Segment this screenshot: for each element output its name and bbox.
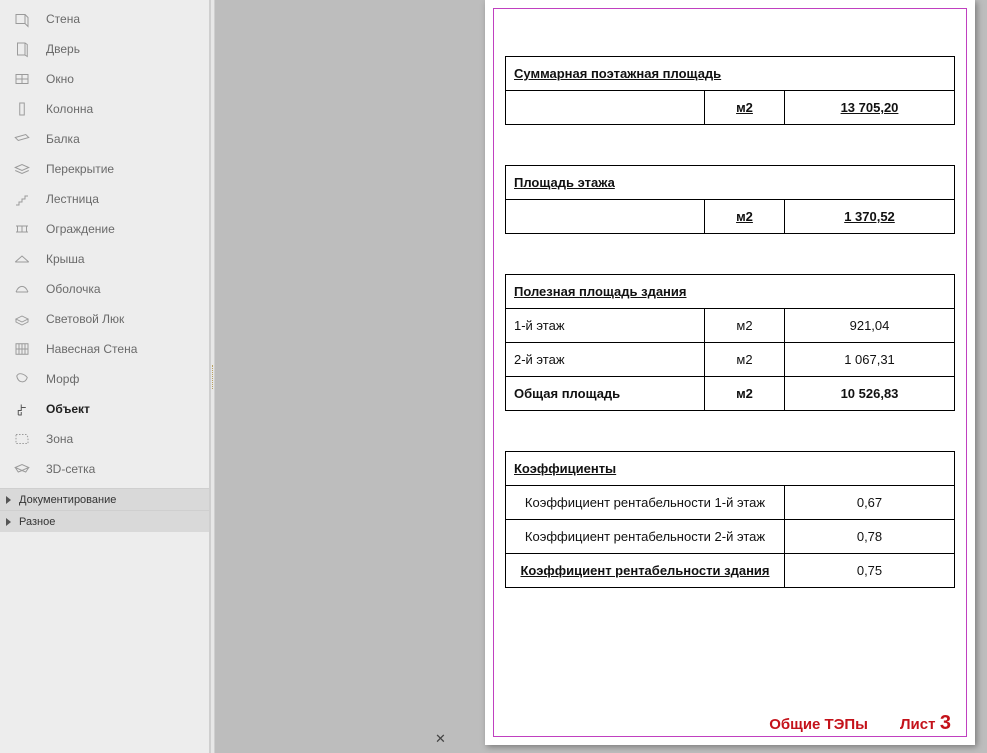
tool-railing[interactable]: Ограждение [0,214,209,244]
tep-block-useful-area: Полезная площадь здания 1-й этажм2921,04… [505,274,955,411]
page-label: Лист [900,716,935,733]
tool-label: Ограждение [46,222,115,236]
tool-door[interactable]: Дверь [0,34,209,64]
tool-label: Оболочка [46,282,101,296]
mesh-icon [12,459,32,479]
tool-zone[interactable]: Зона [0,424,209,454]
value-cell: 921,04 [785,309,955,343]
sheet-title: Общие ТЭПы [769,716,868,733]
tool-mesh[interactable]: 3D-сетка [0,454,209,484]
row-label: Общая площадь [506,377,705,411]
toolbox-sidebar: Стена Дверь Окно Колонна Балка Перекрытие Лест… [0,0,210,753]
block-title: Площадь этажа [506,166,955,200]
row-label: Коэффициент рентабельности 2-й этаж [506,520,785,554]
tool-label: Дверь [46,42,80,56]
section-label: Документирование [19,494,116,506]
layout-canvas[interactable]: Суммарная поэтажная площадь м2 13 705,20… [215,0,987,753]
window-icon [12,69,32,89]
shell-icon [12,279,32,299]
skylight-icon [12,309,32,329]
tool-wall[interactable]: Стена [0,4,209,34]
tool-label: Зона [46,432,73,446]
empty-cell [506,200,705,234]
row-label: Коэффициент рентабельности 1-й этаж [506,486,785,520]
layout-sheet[interactable]: Суммарная поэтажная площадь м2 13 705,20… [485,0,975,745]
page-number: 3 [940,712,951,734]
tool-label: 3D-сетка [46,462,95,476]
tool-label: Световой Люк [46,312,124,326]
sheet-content: Суммарная поэтажная площадь м2 13 705,20… [505,20,955,717]
section-misc[interactable]: Разное [0,510,209,532]
tool-label: Крыша [46,252,85,266]
value-cell: 1 067,31 [785,343,955,377]
roof-icon [12,249,32,269]
tep-block-total-area: Суммарная поэтажная площадь м2 13 705,20 [505,56,955,125]
chevron-right-icon [6,518,11,526]
tool-window[interactable]: Окно [0,64,209,94]
tool-label: Объект [46,402,90,416]
door-icon [12,39,32,59]
tool-roof[interactable]: Крыша [0,244,209,274]
morph-icon [12,369,32,389]
zone-icon [12,429,32,449]
value-cell: 0,67 [785,486,955,520]
empty-cell [506,91,705,125]
tool-slab[interactable]: Перекрытие [0,154,209,184]
railing-icon [12,219,32,239]
tool-list: Стена Дверь Окно Колонна Балка Перекрытие Лест… [0,0,209,488]
wall-icon [12,9,32,29]
tool-skylight[interactable]: Световой Люк [0,304,209,334]
unit-cell: м2 [705,309,785,343]
origin-marker-icon: ✕ [435,731,446,747]
value-cell: 13 705,20 [785,91,955,125]
tool-shell[interactable]: Оболочка [0,274,209,304]
value-cell: 10 526,83 [785,377,955,411]
tool-morph[interactable]: Морф [0,364,209,394]
tool-label: Балка [46,132,80,146]
curtainwall-icon [12,339,32,359]
row-label: 2-й этаж [506,343,705,377]
unit-cell: м2 [705,377,785,411]
beam-icon [12,129,32,149]
unit-cell: м2 [705,343,785,377]
chevron-right-icon [6,496,11,504]
row-label: Коэффициент рентабельности здания [506,554,785,588]
block-title: Коэффициенты [506,452,955,486]
unit-cell: м2 [705,91,785,125]
tool-label: Навесная Стена [46,342,137,356]
stair-icon [12,189,32,209]
tool-label: Колонна [46,102,93,116]
object-icon [12,399,32,419]
slab-icon [12,159,32,179]
tool-label: Морф [46,372,79,386]
tep-block-floor-area: Площадь этажа м2 1 370,52 [505,165,955,234]
tool-column[interactable]: Колонна [0,94,209,124]
tool-label: Перекрытие [46,162,114,176]
tool-stair[interactable]: Лестница [0,184,209,214]
value-cell: 0,75 [785,554,955,588]
tool-object[interactable]: Объект [0,394,209,424]
tool-label: Стена [46,12,80,26]
tep-block-coefficients: Коэффициенты Коэффициент рентабельности … [505,451,955,588]
tool-curtainwall[interactable]: Навесная Стена [0,334,209,364]
block-title: Полезная площадь здания [506,275,955,309]
column-icon [12,99,32,119]
unit-cell: м2 [705,200,785,234]
tool-label: Окно [46,72,74,86]
sheet-footer: Общие ТЭПы Лист 3 [769,712,951,735]
value-cell: 1 370,52 [785,200,955,234]
row-label: 1-й этаж [506,309,705,343]
section-label: Разное [19,516,55,528]
section-documenting[interactable]: Документирование [0,488,209,510]
block-title: Суммарная поэтажная площадь [506,57,955,91]
tool-label: Лестница [46,192,99,206]
value-cell: 0,78 [785,520,955,554]
tool-beam[interactable]: Балка [0,124,209,154]
